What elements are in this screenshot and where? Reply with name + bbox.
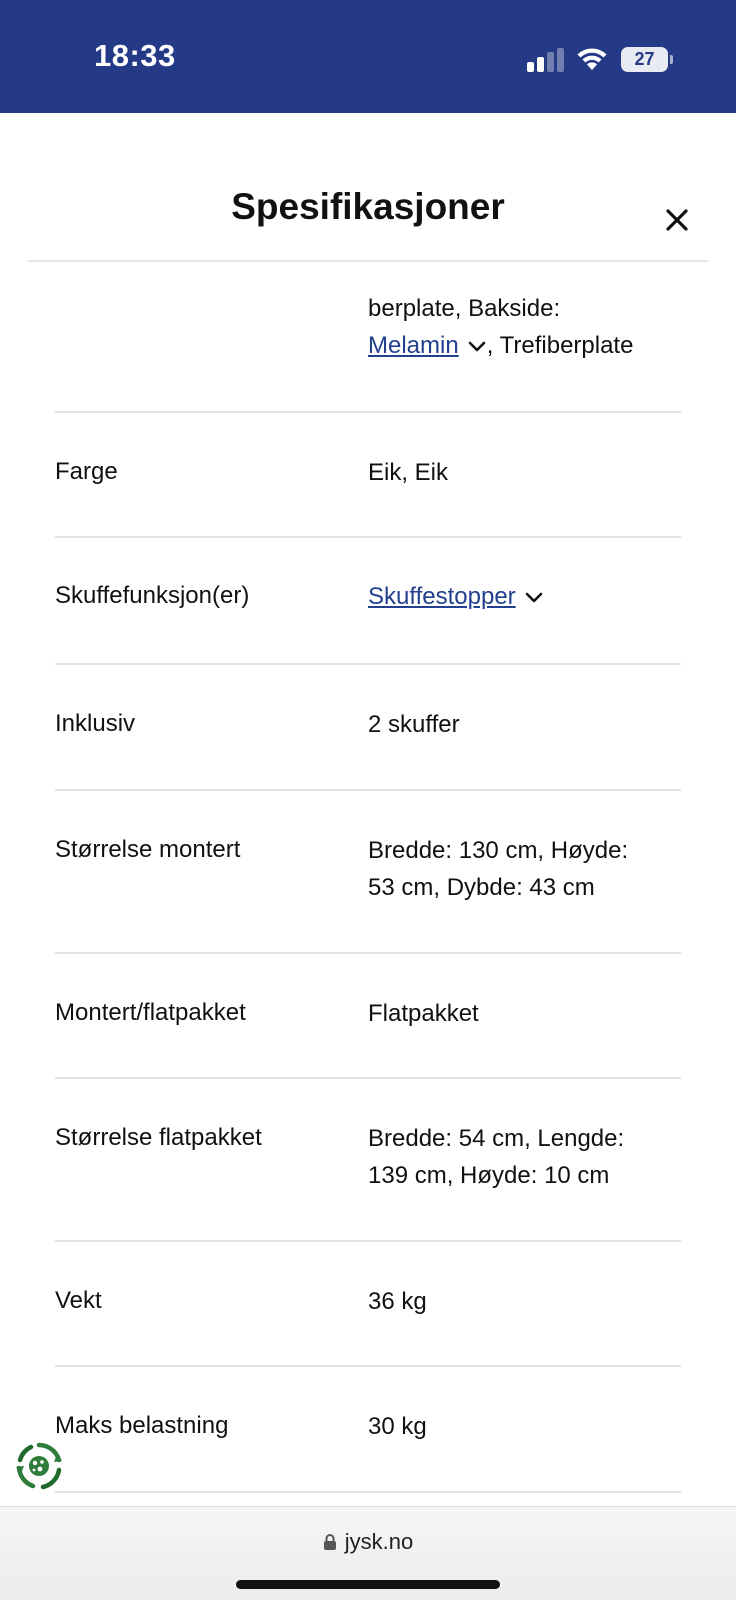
spec-value: Eik, Eik: [368, 459, 449, 486]
spec-label: Skuffefunksjon(er): [55, 582, 250, 609]
spec-value: Bredde: 54 cm, Lengde: 139 cm, Høyde: 10…: [368, 1120, 681, 1194]
spec-row-material: berplate, Bakside: Melamin , Trefiberplat…: [55, 262, 681, 413]
chevron-down-icon[interactable]: [467, 340, 487, 354]
spec-row: Størrelse montert Bredde: 130 cm, Høyde:…: [55, 791, 681, 954]
spec-row: Inklusiv 2 skuffer: [55, 665, 681, 791]
spec-label: Størrelse montert: [55, 836, 241, 863]
close-icon[interactable]: [664, 207, 690, 233]
battery-level: 27: [634, 49, 655, 69]
spec-value: 2 skuffer: [368, 711, 460, 738]
melamin-link[interactable]: Melamin: [368, 332, 459, 359]
spec-value: berplate, Bakside: Melamin , Trefiberplat…: [368, 290, 681, 364]
spec-row: Maks belastning 30 kg: [55, 1367, 681, 1493]
cellular-signal-icon: [527, 48, 564, 72]
browser-url-bar[interactable]: jysk.no: [0, 1506, 736, 1600]
spec-row: Farge Eik, Eik: [55, 413, 681, 538]
spec-label: Farge: [55, 458, 118, 485]
spec-value-line: berplate, Bakside:: [368, 295, 561, 322]
url-text: jysk.no: [344, 1529, 414, 1554]
spec-row: Størrelse flatpakket Bredde: 54 cm, Leng…: [55, 1079, 681, 1242]
spec-value-line: 53 cm, Dybde: 43 cm: [368, 874, 595, 901]
spec-row: Vekt 36 kg: [55, 1242, 681, 1367]
spec-value-line: 139 cm, Høyde: 10 cm: [368, 1162, 610, 1189]
wifi-icon: [577, 48, 607, 70]
skuffestopper-link[interactable]: Skuffestopper: [368, 583, 516, 610]
chevron-down-icon[interactable]: [524, 591, 544, 605]
status-time: 18:33: [94, 38, 176, 73]
spec-value: 30 kg: [368, 1413, 427, 1440]
spec-value: Skuffestopper: [368, 578, 681, 615]
spec-value: Flatpakket: [368, 1000, 479, 1027]
spec-row: Montert/flatpakket Flatpakket: [55, 954, 681, 1079]
spec-label: Maks belastning: [55, 1412, 229, 1439]
lock-icon: [323, 1534, 336, 1550]
home-indicator: [236, 1580, 500, 1589]
modal-title: Spesifikasjoner: [231, 186, 505, 227]
spec-label: Vekt: [55, 1287, 102, 1314]
spec-value-line: Bredde: 130 cm, Høyde:: [368, 837, 629, 864]
spec-value: Bredde: 130 cm, Høyde: 53 cm, Dybde: 43 …: [368, 832, 681, 906]
spec-value: 36 kg: [368, 1288, 427, 1315]
status-bar: 18:33 27: [0, 0, 736, 113]
spec-value-line: Melamin , Trefiberplate: [368, 327, 681, 364]
cookie-consent-icon[interactable]: [13, 1440, 65, 1492]
spec-value-rest: , Trefiberplate: [486, 332, 634, 359]
battery-icon: 27: [621, 47, 668, 72]
battery-nub: [670, 55, 673, 64]
url-display[interactable]: jysk.no: [0, 1529, 736, 1555]
spec-label: Størrelse flatpakket: [55, 1124, 262, 1151]
spec-label: Montert/flatpakket: [55, 999, 246, 1026]
spec-row: Skuffefunksjon(er) Skuffestopper: [55, 538, 681, 665]
spec-value-line: Bredde: 54 cm, Lengde:: [368, 1125, 625, 1152]
spec-label: Inklusiv: [55, 710, 136, 737]
